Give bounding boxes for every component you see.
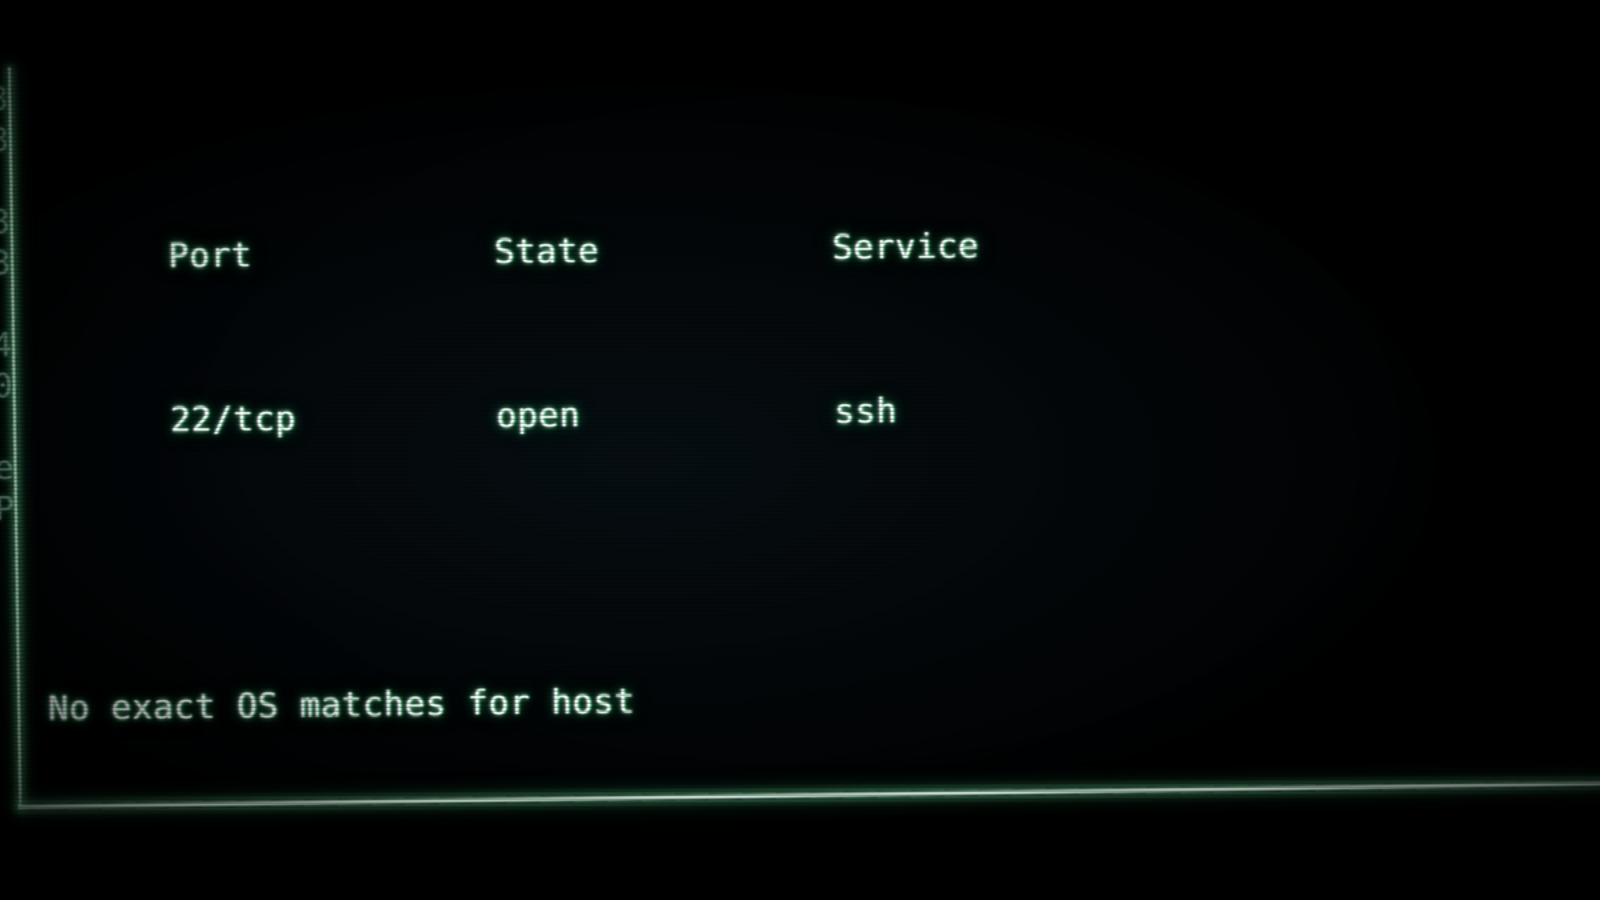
terminal-output[interactable]: Port State Service 22/tcp open ssh No exact … bbox=[40, 54, 1600, 900]
crt-screen: 3 3 3 3 4 0 e P n Port State Service 22/tc… bbox=[0, 0, 1600, 900]
column-header-state: State bbox=[493, 230, 600, 273]
window-left-border bbox=[6, 67, 23, 810]
table-row: 22/tcp open ssh bbox=[44, 341, 1600, 440]
top-letterbox bbox=[0, 0, 1600, 44]
cell-state: open bbox=[495, 395, 581, 437]
column-header-port: Port bbox=[167, 235, 253, 277]
cell-service: ssh bbox=[833, 391, 898, 433]
background-window-text-bleed: 3 3 3 3 4 0 e P n bbox=[0, 78, 16, 578]
cell-port: 22/tcp bbox=[169, 398, 297, 441]
os-match-line: No exact OS matches for host bbox=[47, 681, 636, 729]
column-header-service: Service bbox=[831, 226, 980, 269]
nmap-table-header-row: Port State Service bbox=[42, 177, 1600, 276]
